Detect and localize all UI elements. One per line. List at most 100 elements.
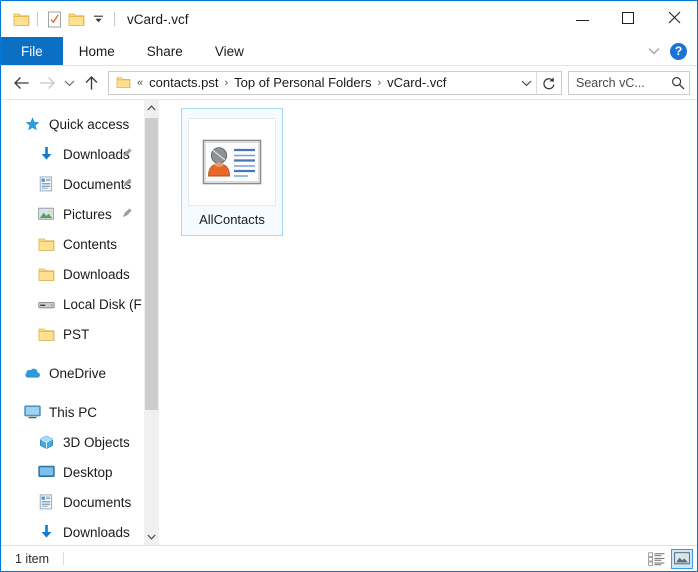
help-icon[interactable]: ? <box>670 42 687 60</box>
list-item[interactable]: AllContacts <box>181 108 283 236</box>
sidebar-item-downloads-folder[interactable]: Downloads <box>1 259 143 289</box>
details-view-button[interactable] <box>645 549 667 569</box>
downloads-icon <box>35 145 57 163</box>
navigation-pane: Quick access Downloads Documents Picture… <box>1 100 143 545</box>
breadcrumb: « contacts.pst › Top of Personal Folders… <box>109 75 516 90</box>
sidebar-item-label: Downloads <box>63 146 130 162</box>
desktop-icon <box>35 463 57 481</box>
maximize-button[interactable] <box>605 1 651 34</box>
address-folder-icon <box>113 76 134 89</box>
folder-icon <box>35 265 57 283</box>
customize-qat-icon[interactable] <box>87 8 109 30</box>
view-buttons <box>645 548 693 569</box>
ribbon-tab-bar: File Home Share View ? <box>1 37 697 66</box>
qat-divider-2 <box>114 12 115 26</box>
sidebar-item-label: This PC <box>49 404 98 420</box>
scroll-down-arrow-icon[interactable] <box>144 529 159 545</box>
breadcrumb-item-contacts-pst[interactable]: contacts.pst <box>146 75 221 90</box>
sidebar-item-onedrive[interactable]: OneDrive <box>1 358 143 388</box>
forward-button[interactable] <box>34 70 60 96</box>
tab-home[interactable]: Home <box>63 37 131 65</box>
scrollbar-thumb[interactable] <box>145 118 158 410</box>
pin-icon[interactable] <box>122 207 133 221</box>
folder-icon <box>35 235 57 253</box>
this-pc-icon <box>21 403 43 421</box>
pin-icon[interactable] <box>122 177 133 191</box>
search-icon[interactable] <box>667 76 689 90</box>
address-dropdown-icon[interactable] <box>516 79 536 87</box>
sidebar-item-this-pc[interactable]: This PC <box>1 397 143 427</box>
sidebar-item-label: Contents <box>63 236 118 252</box>
sidebar-item-label: Downloads <box>63 266 130 282</box>
large-icons-view-button[interactable] <box>671 548 693 569</box>
breadcrumb-bar[interactable]: « contacts.pst › Top of Personal Folders… <box>108 70 562 95</box>
quick-access-toolbar <box>1 8 120 30</box>
breadcrumb-separator-2[interactable]: › <box>374 77 384 89</box>
sidebar-item-label: Desktop <box>63 464 113 480</box>
explorer-body: Quick access Downloads Documents Picture… <box>1 100 697 545</box>
folder-icon[interactable] <box>10 8 32 30</box>
3d-objects-icon <box>35 433 57 451</box>
drive-icon <box>35 295 57 313</box>
sidebar-item-label: 3D Objects <box>63 434 130 450</box>
sidebar-item-label: Downloads <box>63 524 130 540</box>
title-bar: vCard-.vcf <box>1 1 697 37</box>
sidebar-item-documents[interactable]: Documents <box>1 169 143 199</box>
back-button[interactable] <box>8 70 34 96</box>
pin-icon[interactable] <box>122 147 133 161</box>
vcard-contact-icon <box>188 118 276 206</box>
downloads-icon <box>35 523 57 541</box>
file-explorer-window: vCard-.vcf File Home Share View ? « cont… <box>0 0 698 572</box>
sidebar-item-documents-pc[interactable]: Documents <box>1 487 143 517</box>
breadcrumb-item-top-of-personal-folders[interactable]: Top of Personal Folders <box>231 75 374 90</box>
qat-divider <box>37 12 38 26</box>
sidebar-item-label: PST <box>63 326 90 342</box>
item-count-label: 1 item <box>15 551 50 566</box>
navigation-pane-scrollbar[interactable] <box>143 100 159 545</box>
tab-view[interactable]: View <box>199 37 260 65</box>
tab-file[interactable]: File <box>1 37 63 65</box>
sidebar-item-label: Pictures <box>63 206 112 222</box>
sidebar-item-quick-access[interactable]: Quick access <box>1 109 143 139</box>
star-icon <box>21 115 43 133</box>
ribbon-right-controls: ? <box>644 37 693 65</box>
refresh-icon[interactable] <box>536 71 561 94</box>
close-button[interactable] <box>651 1 697 34</box>
new-folder-icon[interactable] <box>65 8 87 30</box>
sidebar-item-3d-objects[interactable]: 3D Objects <box>1 427 143 457</box>
sidebar-item-label: Local Disk (F:) <box>63 296 143 312</box>
folder-icon <box>35 325 57 343</box>
breadcrumb-separator-1[interactable]: › <box>222 77 232 89</box>
sidebar-item-pst[interactable]: PST <box>1 319 143 349</box>
address-bar: « contacts.pst › Top of Personal Folders… <box>1 66 697 100</box>
breadcrumb-item-vcard-vcf[interactable]: vCard-.vcf <box>384 75 449 90</box>
window-controls <box>559 1 697 34</box>
properties-icon[interactable] <box>43 8 65 30</box>
window-title: vCard-.vcf <box>127 11 189 27</box>
chevron-down-icon[interactable] <box>644 41 664 61</box>
sidebar-item-desktop[interactable]: Desktop <box>1 457 143 487</box>
file-list-view[interactable]: AllContacts <box>159 100 697 545</box>
tab-share[interactable]: Share <box>131 37 199 65</box>
documents-icon <box>35 493 57 511</box>
sidebar-item-downloads[interactable]: Downloads <box>1 139 143 169</box>
sidebar-item-downloads-pc[interactable]: Downloads <box>1 517 143 545</box>
sidebar-item-label: Quick access <box>49 116 130 132</box>
search-input[interactable]: Search vC... <box>568 70 690 95</box>
documents-icon <box>35 175 57 193</box>
breadcrumb-overflow[interactable]: « <box>134 77 146 89</box>
sidebar-item-label: Documents <box>63 494 132 510</box>
recent-locations-button[interactable] <box>60 70 78 96</box>
minimize-button[interactable] <box>559 1 605 34</box>
scroll-up-arrow-icon[interactable] <box>144 100 159 116</box>
status-bar: 1 item <box>1 545 697 571</box>
up-button[interactable] <box>78 70 104 96</box>
list-item-label: AllContacts <box>199 212 265 227</box>
sidebar-item-pictures[interactable]: Pictures <box>1 199 143 229</box>
status-divider <box>63 552 65 565</box>
sidebar-item-contents[interactable]: Contents <box>1 229 143 259</box>
sidebar-item-local-disk-f[interactable]: Local Disk (F:) <box>1 289 143 319</box>
search-placeholder: Search vC... <box>576 75 645 90</box>
